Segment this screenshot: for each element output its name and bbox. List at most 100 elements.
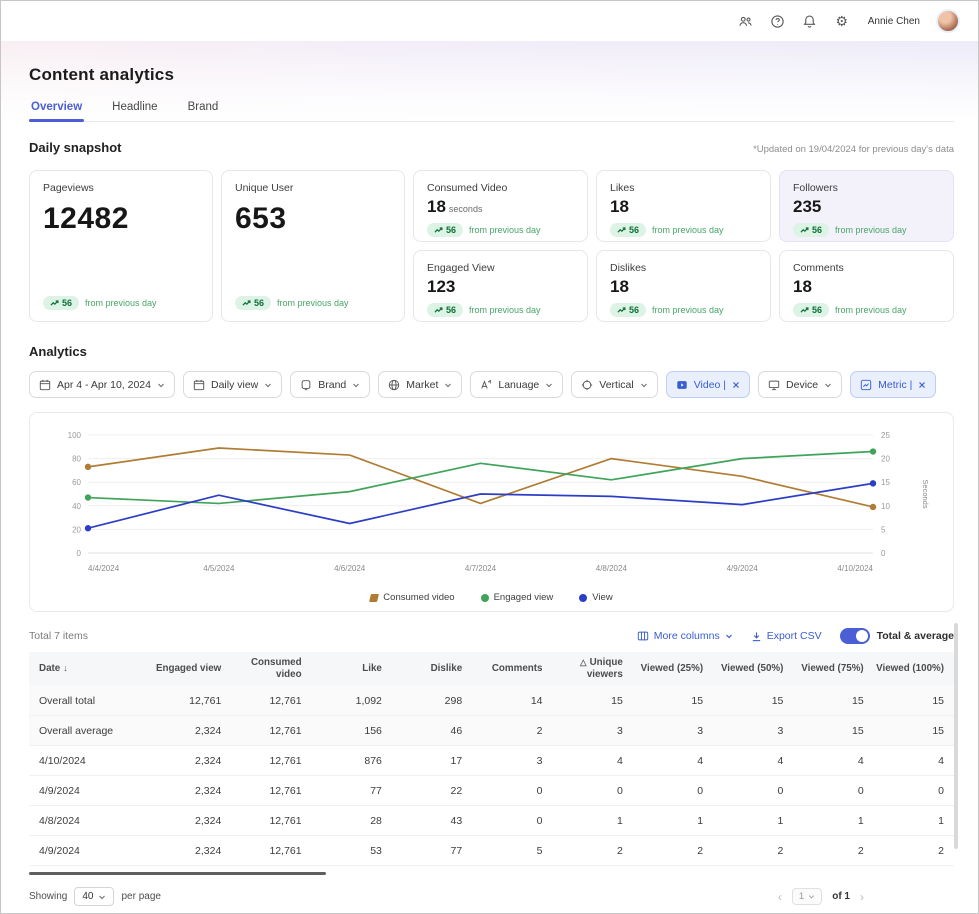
analytics-table: Date↓ Engaged view Consumed video Like D…: [29, 652, 954, 875]
calendar-icon: [39, 379, 51, 391]
chart-legend: Consumed video Engaged view View: [38, 592, 945, 603]
avatar[interactable]: [936, 9, 960, 33]
filter-video-active[interactable]: Video |: [666, 371, 750, 398]
card-label: Engaged View: [427, 262, 574, 274]
filter-view-granularity[interactable]: Daily view: [183, 371, 282, 398]
target-icon: [581, 379, 593, 391]
tab-overview[interactable]: Overview: [29, 101, 84, 121]
column-header-engaged-view[interactable]: Engaged view: [151, 659, 231, 679]
card-value: 18: [610, 277, 757, 297]
users-icon[interactable]: [738, 13, 754, 29]
svg-text:100: 100: [68, 431, 82, 440]
help-icon[interactable]: [770, 13, 786, 29]
card-unique-user: Unique User 653 56 from previous day: [221, 170, 405, 322]
table-row: 4/10/2024 2,324 12,761 876 17 3 4 4 4 4 …: [29, 746, 954, 776]
tab-brand[interactable]: Brand: [186, 101, 221, 121]
svg-text:5: 5: [881, 525, 886, 534]
column-header-viewed-50[interactable]: Viewed (50%): [713, 659, 793, 679]
filter-device[interactable]: Device: [758, 371, 842, 398]
card-label: Dislikes: [610, 262, 757, 274]
card-value: 18: [610, 197, 757, 217]
pagination: ‹ 1 of 1 ›: [778, 888, 864, 905]
column-header-viewed-25[interactable]: Viewed (25%): [633, 659, 713, 679]
svg-text:20: 20: [72, 525, 81, 534]
column-header-unique-viewers[interactable]: △Unique viewers: [553, 653, 633, 685]
svg-text:4/10/2024: 4/10/2024: [837, 564, 873, 573]
card-label: Followers: [793, 182, 940, 194]
card-label: Consumed Video: [427, 182, 574, 194]
column-header-like[interactable]: Like: [312, 659, 392, 679]
column-header-date[interactable]: Date↓: [29, 659, 151, 679]
filter-vertical[interactable]: Vertical: [571, 371, 657, 398]
svg-text:0: 0: [77, 549, 82, 558]
chevron-down-icon: [824, 381, 832, 389]
topbar: ⚙ Annie Chen: [1, 1, 978, 41]
table-footer: Showing 40 per page ‹ 1 of 1 ›: [29, 887, 954, 906]
trend-up-icon: [800, 306, 809, 314]
page-title: Content analytics: [29, 65, 954, 85]
card-label: Likes: [610, 182, 757, 194]
legend-consumed-video[interactable]: Consumed video: [370, 592, 454, 603]
filter-metric-active[interactable]: Metric |: [850, 371, 936, 398]
next-page-icon[interactable]: ›: [860, 891, 864, 903]
prev-page-icon[interactable]: ‹: [778, 891, 782, 903]
calendar-icon: [193, 379, 205, 391]
filter-bar: Apr 4 - Apr 10, 2024 Daily view Brand Ma…: [29, 371, 954, 398]
delta-badge: 56 from previous day: [235, 296, 391, 310]
svg-text:80: 80: [72, 455, 81, 464]
card-followers: Followers 235 56 from previous day: [779, 170, 954, 242]
metric-icon: [860, 379, 872, 391]
svg-text:4/8/2024: 4/8/2024: [596, 564, 628, 573]
column-header-consumed-video[interactable]: Consumed video: [231, 653, 311, 685]
trend-up-icon: [800, 226, 809, 234]
total-average-toggle[interactable]: Total & average: [840, 628, 954, 644]
horizontal-scrollbar[interactable]: [29, 872, 326, 875]
analytics-title: Analytics: [29, 344, 87, 359]
page-select[interactable]: 1: [792, 888, 822, 905]
trend-up-icon: [434, 226, 443, 234]
trend-up-icon: [617, 226, 626, 234]
card-comments: Comments 18 56 from previous day: [779, 250, 954, 322]
page-of-label: of 1: [832, 891, 850, 902]
card-consumed-video: Consumed Video 18seconds 56 from previou…: [413, 170, 588, 242]
card-value: 18seconds: [427, 197, 574, 217]
page-size-select[interactable]: 40: [74, 887, 114, 906]
trend-up-icon: [617, 306, 626, 314]
columns-icon: [637, 630, 649, 642]
legend-view[interactable]: View: [579, 592, 612, 603]
vertical-scrollbar[interactable]: [954, 623, 958, 849]
globe-icon: [388, 379, 400, 391]
per-page-label: per page: [121, 891, 160, 902]
card-engaged-view: Engaged View 123 56 from previous day: [413, 250, 588, 322]
column-header-dislike[interactable]: Dislike: [392, 659, 472, 679]
column-header-comments[interactable]: Comments: [472, 659, 552, 679]
user-name: Annie Chen: [868, 16, 920, 27]
analytics-chart-svg: 0204060801000510152025Seconds4/4/20244/5…: [38, 425, 945, 583]
card-value: 12482: [43, 202, 199, 236]
card-label: Comments: [793, 262, 940, 274]
gear-icon[interactable]: ⚙: [834, 13, 850, 29]
filter-date-range[interactable]: Apr 4 - Apr 10, 2024: [29, 371, 175, 398]
bell-icon[interactable]: [802, 13, 818, 29]
filter-language[interactable]: Lanuage: [470, 371, 563, 398]
tab-bar: Overview Headline Brand: [29, 101, 954, 122]
svg-text:Seconds: Seconds: [921, 479, 930, 508]
chevron-down-icon: [264, 381, 272, 389]
delta-badge: 56 from previous day: [610, 303, 757, 317]
trend-up-icon: [242, 299, 251, 307]
more-columns-button[interactable]: More columns: [637, 630, 733, 642]
delta-badge: 56 from previous day: [793, 303, 940, 317]
table-row: 4/9/2024 2,324 12,761 53 77 5 2 2 2 2 2: [29, 836, 954, 866]
filter-brand[interactable]: Brand: [290, 371, 370, 398]
column-header-viewed-100[interactable]: Viewed (100%): [874, 659, 954, 679]
snapshot-cards: Pageviews 12482 56 from previous day Uni…: [29, 170, 954, 322]
legend-engaged-view[interactable]: Engaged view: [481, 592, 554, 603]
delta-icon: △: [580, 657, 587, 667]
filter-market[interactable]: Market: [378, 371, 462, 398]
export-csv-button[interactable]: Export CSV: [751, 630, 822, 642]
table-header-row: Date↓ Engaged view Consumed video Like D…: [29, 652, 954, 686]
tab-headline[interactable]: Headline: [110, 101, 159, 121]
daily-snapshot-title: Daily snapshot: [29, 140, 121, 155]
column-header-viewed-75[interactable]: Viewed (75%): [793, 659, 873, 679]
svg-text:60: 60: [72, 478, 81, 487]
